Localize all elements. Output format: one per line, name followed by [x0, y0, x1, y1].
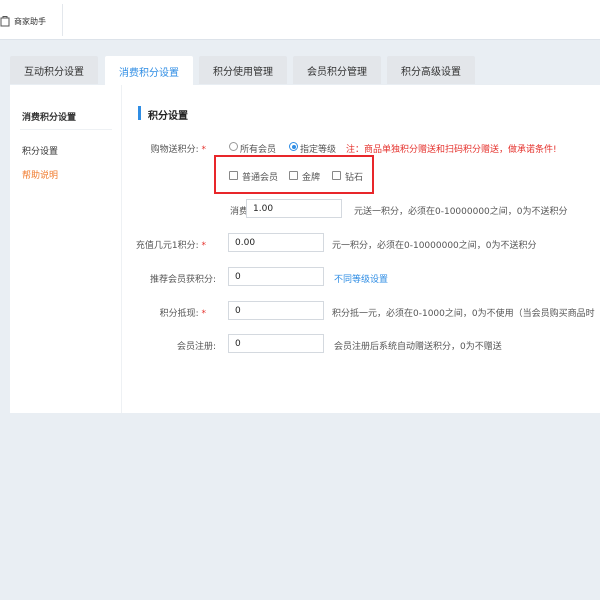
deduction-hint: 积分抵一元，必须在0-1000之间，0为不使用（当会员购买商品时 [332, 309, 595, 319]
required-mark: * [201, 309, 207, 319]
tab-member-points[interactable]: 会员积分管理 [293, 56, 381, 84]
top-bar: 商家助手 [0, 0, 600, 40]
required-mark: * [201, 241, 207, 251]
checkbox-regular-member-label: 普通会员 [242, 173, 279, 183]
sidebar-divider [20, 129, 112, 130]
tab-points-usage[interactable]: 积分使用管理 [199, 56, 287, 84]
section-accent-bar [138, 106, 141, 120]
recharge-label: 充值几元1积分: * [135, 241, 207, 251]
checkbox-diamond[interactable] [332, 171, 341, 180]
merchant-icon [0, 16, 10, 27]
spend-amount-input[interactable]: 1.00 [246, 199, 342, 218]
recharge-hint: 元一积分，必须在0-10000000之间，0为不送积分 [332, 241, 537, 251]
required-mark: * [201, 145, 207, 155]
purchase-points-label: 购物送积分: * [150, 145, 207, 155]
spend-hint: 元送一积分，必须在0-10000000之间，0为不送积分 [354, 207, 568, 217]
level-settings-link[interactable]: 不同等级设置 [334, 272, 388, 285]
recharge-input[interactable]: 0.00 [228, 233, 324, 252]
sidebar-item-points-settings[interactable]: 积分设置 [22, 144, 58, 157]
radio-specified-level[interactable] [289, 142, 298, 151]
purchase-note: 注：商品单独积分赠送和扫码积分赠送，做承诺条件! [346, 145, 557, 155]
checkbox-diamond-label: 钻石 [345, 173, 364, 183]
brand[interactable]: 商家助手 [0, 14, 46, 28]
registration-input[interactable]: 0 [228, 334, 324, 353]
registration-hint: 会员注册后系统自动赠送积分，0为不赠送 [334, 342, 502, 352]
referral-input[interactable]: 0 [228, 267, 324, 286]
registration-label: 会员注册: [176, 342, 216, 352]
checkbox-gold[interactable] [289, 171, 298, 180]
sidebar-title: 消费积分设置 [22, 113, 77, 123]
section-title: 积分设置 [148, 111, 188, 122]
tab-advanced-points[interactable]: 积分高级设置 [387, 56, 475, 84]
referral-label: 推荐会员获积分: [149, 275, 216, 285]
checkbox-gold-label: 金牌 [302, 173, 321, 183]
radio-all-members[interactable] [229, 142, 238, 151]
brand-label: 商家助手 [14, 16, 46, 26]
radio-specified-level-label: 指定等级 [300, 145, 337, 155]
radio-all-members-label: 所有会员 [240, 145, 277, 155]
sidebar-item-help[interactable]: 帮助说明 [22, 168, 58, 181]
divider [62, 4, 63, 36]
tab-consumption-points[interactable]: 消费积分设置 [105, 56, 193, 86]
deduction-input[interactable]: 0 [228, 301, 324, 320]
deduction-label: 积分抵现: * [159, 309, 207, 319]
tab-interactive-points[interactable]: 互动积分设置 [10, 56, 98, 84]
checkbox-regular-member[interactable] [229, 171, 238, 180]
sidebar: 消费积分设置 积分设置 帮助说明 [10, 85, 122, 413]
